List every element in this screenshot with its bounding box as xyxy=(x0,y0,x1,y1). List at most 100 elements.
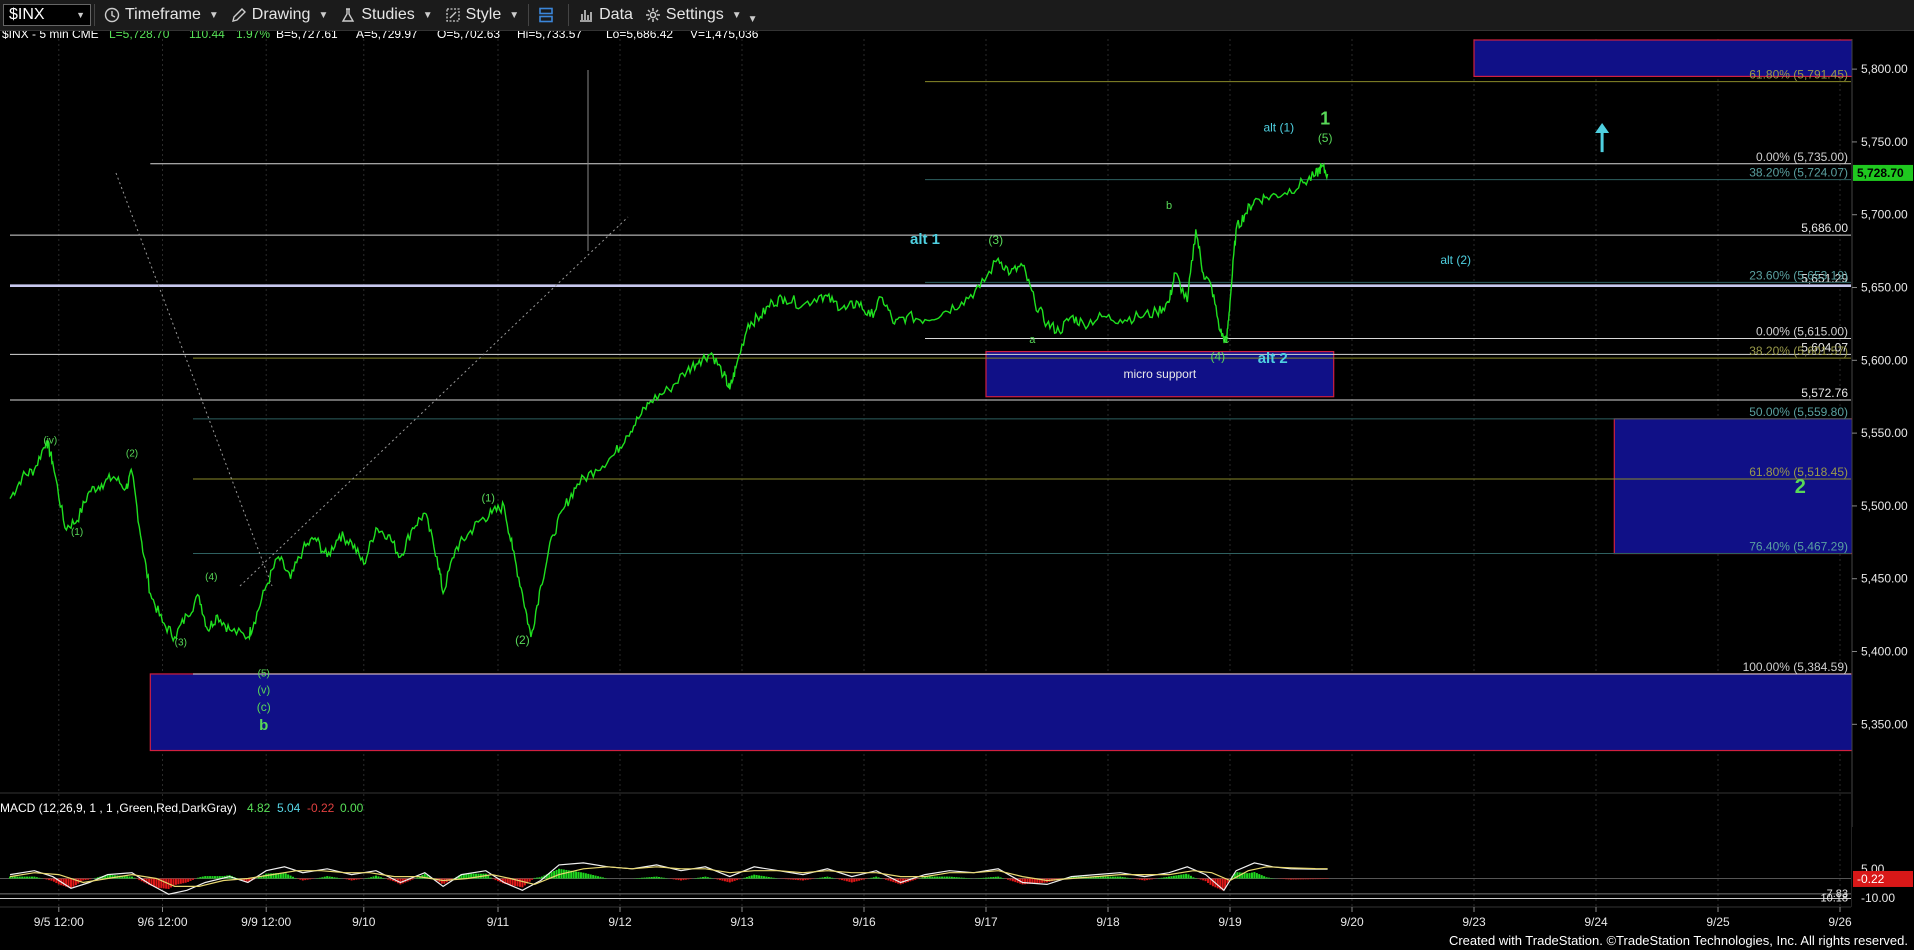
time-axis-label: 9/24 xyxy=(1584,915,1608,929)
wave-label: b xyxy=(1166,200,1172,212)
wave-label: (1) xyxy=(71,527,83,538)
last-price-label: 5,728.70 xyxy=(1857,166,1904,180)
symbol-selector[interactable]: $INX ▼ xyxy=(3,4,91,26)
wave-label: (5) xyxy=(258,668,270,679)
fib-level-label: 100.00% (5,384.59) xyxy=(1743,660,1848,674)
quote-change: 110.44 xyxy=(189,31,225,41)
time-axis-label: 9/9 12:00 xyxy=(241,915,291,929)
macd-panel: MACD (12,26,9, 1 , 1 ,Green,Red,DarkGray… xyxy=(0,801,1914,907)
wave-label: alt (2) xyxy=(1440,253,1471,267)
wave-label: (4) xyxy=(205,572,217,583)
studies-button[interactable]: Studies ▼ xyxy=(334,2,438,28)
macd-header: 5.04 xyxy=(277,801,301,815)
quote-pct: 1.97% xyxy=(236,31,270,41)
time-axis-label: 9/16 xyxy=(852,915,876,929)
wave-label: (2) xyxy=(126,448,138,459)
target-zones xyxy=(149,39,1914,752)
price-axis-label: 5,750.00 xyxy=(1861,135,1908,149)
price-axis-label: 5,450.00 xyxy=(1861,572,1908,586)
fib-level-label: 5,686.00 xyxy=(1801,221,1848,235)
arrow-head xyxy=(1595,122,1610,133)
toolbar: $INX ▼ Timeframe ▼ Drawing ▼ Studies ▼ S… xyxy=(0,0,1914,31)
trendline-dotted-up xyxy=(239,216,629,587)
data-button[interactable]: Data xyxy=(572,2,639,28)
fib-level-label: 0.00% (5,735.00) xyxy=(1756,150,1848,164)
fibonacci-levels: 61.80% (5,791.45) 0.00% (5,735.00) 38.20% … xyxy=(10,68,1851,675)
wave-label: alt (1) xyxy=(1263,121,1294,135)
wave-label: (c) xyxy=(257,700,271,714)
timeframe-button[interactable]: Timeframe ▼ xyxy=(98,2,225,28)
wave-label: b xyxy=(259,717,268,734)
quote-high: Hi=5,733.57 xyxy=(517,31,582,41)
macd-header: 4.82 xyxy=(247,801,271,815)
settings-button[interactable]: Settings ▼ ▼ xyxy=(639,2,764,28)
price-chart[interactable]: 61.80% (5,791.45) 0.00% (5,735.00) 38.20% … xyxy=(0,31,1914,941)
layout-button[interactable] xyxy=(532,2,565,28)
chevron-down-icon: ▼ xyxy=(318,9,329,21)
time-axis-label: 9/5 12:00 xyxy=(34,915,84,929)
price-axis-label: 5,400.00 xyxy=(1861,645,1908,659)
style-icon xyxy=(445,8,460,22)
quote-last: L=5,728.70 xyxy=(109,31,170,41)
gear-icon xyxy=(645,8,660,22)
price-axis-label: 5,800.00 xyxy=(1861,62,1908,76)
chevron-down-icon: ▼ xyxy=(208,9,219,21)
settings-label: Settings xyxy=(665,6,724,23)
quote-low: Lo=5,686.42 xyxy=(606,31,673,41)
time-axis: 9/5 12:00 9/6 12:00 9/9 12:00 9/10 9/11 9/12 9… xyxy=(34,907,1852,929)
wave-label: alt 1 xyxy=(910,231,940,248)
chart-header: $INX - 5 min CME L=5,728.70 110.44 1.97%… xyxy=(2,31,759,41)
fib-level-label: 5,572.76 xyxy=(1801,386,1848,400)
chevron-down-icon: ▼ xyxy=(747,13,758,25)
quote-volume: V=1,475,036 xyxy=(690,31,759,41)
macd-level-label: 10.18 xyxy=(1820,892,1848,904)
fib-level-label: 23.60% (5,653.19) xyxy=(1749,268,1848,282)
wave-label: (2) xyxy=(515,633,530,647)
time-axis-label: 9/18 xyxy=(1096,915,1120,929)
studies-label: Studies xyxy=(361,6,415,23)
target-zone-box xyxy=(1473,39,1914,78)
toolbar-separator xyxy=(528,4,530,26)
macd-value-label: -0.22 xyxy=(1857,872,1885,886)
time-axis-label: 9/6 12:00 xyxy=(137,915,187,929)
price-axis-label: 5,500.00 xyxy=(1861,499,1908,513)
zone-label: micro support xyxy=(1123,367,1196,381)
footer-copyright: Created with TradeStation. ©TradeStation… xyxy=(1448,933,1908,948)
price-axis: 5,800.00 5,750.00 5,700.00 5,650.00 5,600.00… xyxy=(1851,39,1914,907)
layout-icon xyxy=(539,7,553,23)
wave-label: (5) xyxy=(1318,131,1333,145)
price-axis-label: 5,650.00 xyxy=(1861,281,1908,295)
wave-label: a xyxy=(1029,334,1036,346)
fib-level-label: 76.40% (5,467.29) xyxy=(1749,540,1848,554)
target-zone-box xyxy=(149,673,1914,752)
quote-bid: B=5,727.61 xyxy=(276,31,338,41)
fib-level-label: 0.00% (5,615.00) xyxy=(1756,324,1848,338)
time-axis-label: 9/17 xyxy=(974,915,998,929)
zone-label: 2 xyxy=(1795,476,1806,498)
wave-label: (4) xyxy=(1210,349,1225,363)
time-axis-label: 9/23 xyxy=(1462,915,1486,929)
wave-label: alt 2 xyxy=(1258,350,1288,367)
drawing-button[interactable]: Drawing ▼ xyxy=(225,2,335,28)
wave-label: c xyxy=(1224,334,1230,346)
chevron-down-icon: ▼ xyxy=(76,10,85,20)
trendlines xyxy=(115,70,629,587)
macd-header: MACD (12,26,9, 1 , 1 ,Green,Red,DarkGray… xyxy=(0,801,237,815)
price-axis-label: 5,600.00 xyxy=(1861,353,1908,367)
wave-label: (iv) xyxy=(43,435,57,446)
chevron-down-icon: ▼ xyxy=(422,9,433,21)
wave-label: (3) xyxy=(988,233,1003,247)
clock-icon xyxy=(104,7,120,23)
wave-label: (1) xyxy=(482,493,495,505)
macd-header: -0.22 xyxy=(307,801,335,815)
fib-level-label: 61.80% (5,791.45) xyxy=(1749,68,1848,82)
price-axis-label: 5,350.00 xyxy=(1861,717,1908,731)
pencil-icon xyxy=(231,8,246,22)
time-axis-label: 9/20 xyxy=(1340,915,1364,929)
quote-open: O=5,702.63 xyxy=(437,31,500,41)
drawing-label: Drawing xyxy=(251,6,311,23)
timeframe-label: Timeframe xyxy=(125,6,201,23)
toolbar-separator xyxy=(568,4,570,26)
style-button[interactable]: Style ▼ xyxy=(439,2,525,28)
fib-level-label: 50.00% (5,559.80) xyxy=(1749,405,1848,419)
